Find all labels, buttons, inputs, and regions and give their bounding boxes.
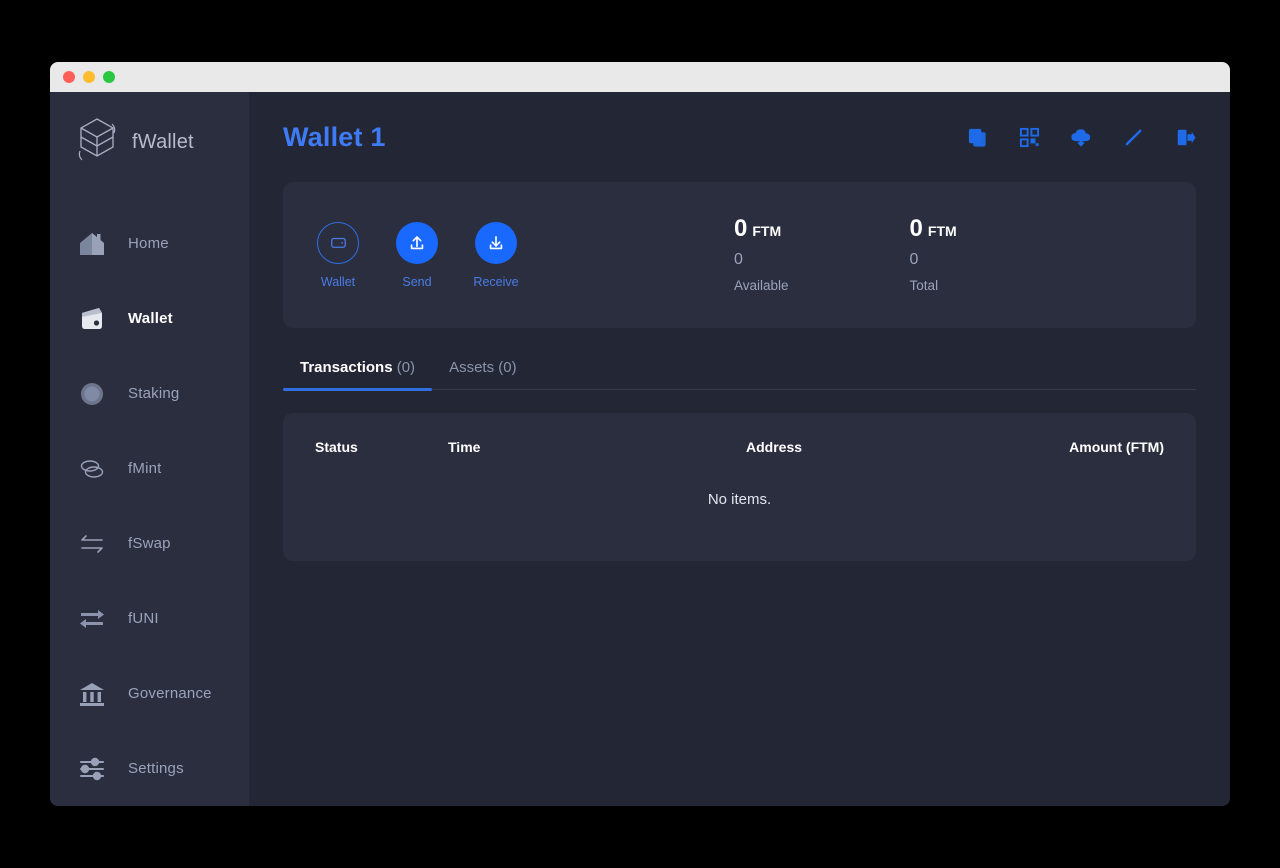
total-sub: 0: [909, 251, 919, 269]
available-unit: FTM: [752, 223, 782, 240]
available-label: Available: [734, 278, 789, 294]
sidebar-item-label: Home: [128, 235, 169, 252]
sidebar-item-label: fMint: [128, 460, 162, 477]
action-label: Receive: [473, 274, 519, 289]
wallet-icon: [74, 301, 110, 337]
main-content: Wallet 1 Wallet Send Receive 0 FTM 0 Ava…: [249, 92, 1230, 806]
qr-code-icon[interactable]: [1018, 126, 1040, 148]
edit-pencil-icon[interactable]: [1122, 126, 1144, 148]
column-header-time: Time: [448, 439, 481, 455]
transactions-table: Status Time Address Amount (FTM) No item…: [283, 413, 1196, 561]
sidebar-item-label: fUNI: [128, 610, 159, 627]
sidebar-item-label: Wallet: [128, 310, 173, 327]
total-label: Total: [909, 278, 939, 294]
sidebar-item-label: Governance: [128, 685, 212, 702]
copy-icon[interactable]: [966, 126, 988, 148]
brand-name: fWallet: [132, 130, 194, 153]
page-title: Wallet 1: [283, 121, 386, 152]
close-window-button[interactable]: [63, 71, 75, 83]
total-balance: 0 FTM 0 Total: [910, 217, 957, 293]
staking-icon: [74, 376, 110, 412]
sidebar-item-label: fSwap: [128, 535, 171, 552]
send-action-button[interactable]: Send: [396, 221, 438, 289]
sidebar-item-label: Settings: [128, 760, 184, 777]
column-header-status: Status: [315, 439, 358, 455]
action-label: Wallet: [320, 274, 356, 289]
page-header: Wallet 1: [283, 92, 1196, 182]
sidebar-item-label: Staking: [128, 385, 180, 402]
tab-label: Assets: [449, 359, 495, 376]
balance-card: Wallet Send Receive 0 FTM 0 Available 0 …: [283, 182, 1196, 328]
coins-icon: [74, 451, 110, 487]
wallet-actions: Wallet Send Receive: [317, 221, 519, 289]
wallet-action-button[interactable]: Wallet: [317, 221, 359, 289]
sidebar-item-governance[interactable]: Governance: [50, 656, 249, 731]
cloud-download-icon[interactable]: [1070, 126, 1092, 148]
tab-bar: Transactions (0) Assets (0): [283, 359, 1196, 391]
maximize-window-button[interactable]: [103, 71, 115, 83]
table-empty-message: No items.: [707, 491, 772, 508]
sidebar-item-home[interactable]: Home: [50, 206, 249, 281]
brand: fWallet: [50, 110, 249, 174]
home-icon: [74, 226, 110, 262]
sidebar: fWallet Home Wallet Staking fMint fSwap …: [50, 92, 249, 806]
sidebar-item-funi[interactable]: fUNI: [50, 581, 249, 656]
swap-icon: [74, 526, 110, 562]
window-titlebar: [50, 62, 1230, 92]
app-body: fWallet Home Wallet Staking fMint fSwap …: [50, 92, 1230, 806]
fantom-logo-icon: [76, 116, 118, 168]
tab-label: Transactions: [300, 359, 393, 376]
sidebar-item-fswap[interactable]: fSwap: [50, 506, 249, 581]
wallet-outline-icon: [317, 221, 359, 264]
header-actions: [966, 126, 1196, 148]
app-window: fWallet Home Wallet Staking fMint fSwap …: [50, 62, 1230, 806]
available-sub: 0: [734, 251, 743, 269]
download-arrow-icon: [475, 221, 517, 264]
sidebar-item-settings[interactable]: Settings: [50, 731, 249, 806]
sidebar-item-wallet[interactable]: Wallet: [50, 281, 249, 356]
tab-transactions[interactable]: Transactions (0): [283, 359, 433, 391]
tab-count: (0): [396, 359, 416, 376]
column-header-amount: Amount (FTM): [1069, 439, 1164, 455]
tab-count: (0): [498, 359, 517, 376]
action-label: Send: [402, 274, 432, 289]
sidebar-item-fmint[interactable]: fMint: [50, 431, 249, 506]
bank-icon: [74, 676, 110, 712]
column-header-address: Address: [746, 439, 803, 455]
table-header-row: Status Time Address Amount (FTM): [315, 439, 1164, 455]
arrows-icon: [74, 601, 110, 637]
available-amount: 0: [734, 215, 748, 243]
minimize-window-button[interactable]: [83, 71, 95, 83]
receive-action-button[interactable]: Receive: [473, 221, 519, 289]
total-unit: FTM: [927, 223, 957, 240]
sliders-icon: [74, 751, 110, 787]
logout-icon[interactable]: [1174, 126, 1196, 148]
tab-assets[interactable]: Assets (0): [432, 359, 534, 389]
total-amount: 0: [909, 215, 923, 243]
balance-figures: 0 FTM 0 Available 0 FTM 0 Total: [734, 217, 957, 293]
sidebar-nav: Home Wallet Staking fMint fSwap fUNI Gov…: [50, 206, 249, 806]
sidebar-item-staking[interactable]: Staking: [50, 356, 249, 431]
upload-arrow-icon: [396, 221, 438, 264]
available-balance: 0 FTM 0 Available: [734, 217, 789, 293]
